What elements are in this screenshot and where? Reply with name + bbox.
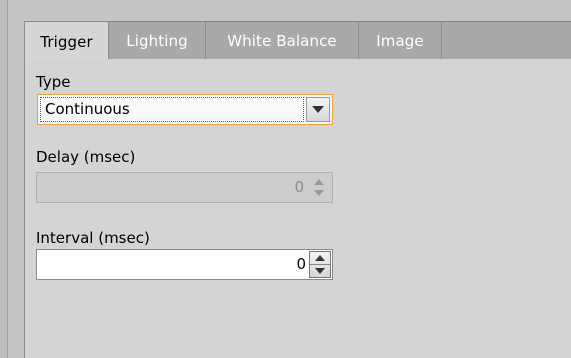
chevron-down-icon [312,106,324,113]
type-dropdown-button[interactable] [306,97,330,122]
arrow-down-icon [314,190,324,197]
delay-increment-button [309,176,329,188]
tab-trigger[interactable]: Trigger [24,21,109,61]
arrow-up-icon [314,178,324,185]
interval-label: Interval (msec) [36,229,150,247]
tab-bar: Trigger Lighting White Balance Image [24,21,571,61]
delay-value: 0 [294,178,304,196]
delay-spin-buttons [309,176,329,199]
window-left-edge [0,0,8,358]
delay-spinbox: 0 [36,172,333,203]
tab-image[interactable]: Image [359,22,442,60]
type-dropdown-value: Continuous [40,97,304,122]
tab-white-balance[interactable]: White Balance [206,22,359,60]
interval-value[interactable]: 0 [296,250,306,279]
settings-window: Trigger Lighting White Balance Image Typ… [0,0,571,358]
type-dropdown[interactable]: Continuous [37,94,333,125]
interval-increment-button[interactable] [310,252,330,265]
delay-decrement-button [309,188,329,200]
tab-lighting[interactable]: Lighting [109,22,206,60]
interval-spin-buttons [309,251,331,278]
type-label: Type [36,73,71,91]
arrow-down-icon [315,268,325,274]
delay-label: Delay (msec) [36,148,136,166]
arrow-up-icon [315,255,325,261]
interval-spinbox[interactable]: 0 [36,249,333,280]
interval-decrement-button[interactable] [310,265,330,277]
